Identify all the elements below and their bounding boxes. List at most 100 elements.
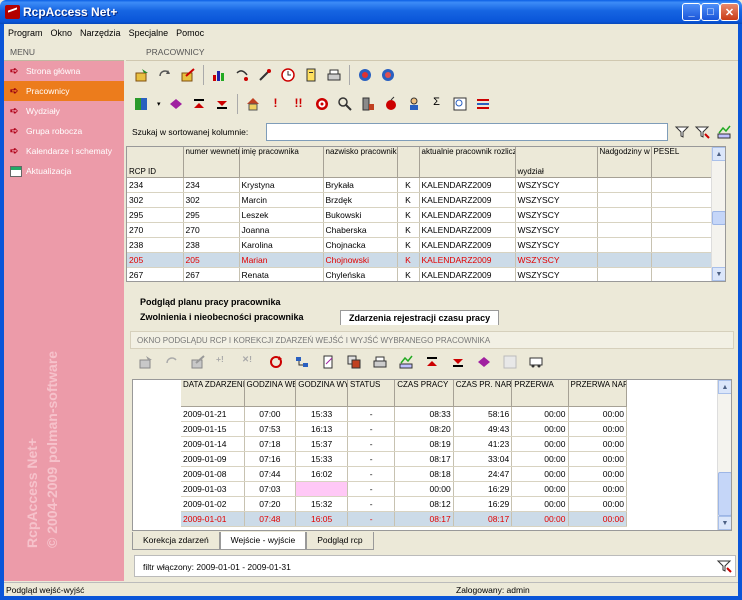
edit-icon[interactable] [190,354,206,370]
column-header[interactable]: wydział [515,147,598,178]
globe-icon[interactable] [357,67,373,83]
table-row[interactable]: 238 238 Karolina Chojnacka K KALENDARZ2009 WSZ… [127,237,716,253]
tools-icon[interactable] [257,67,273,83]
column-header[interactable]: STATUS [347,380,396,407]
vertical-scrollbar[interactable]: ▲ ▼ [711,147,725,281]
export-icon[interactable] [716,124,732,140]
down-icon[interactable] [450,354,466,370]
close-button[interactable]: ✕ [720,3,739,21]
search-input[interactable] [266,123,668,141]
table-row[interactable]: 234 234 Krystyna Brykała K KALENDARZ2009 WSZYS… [127,177,716,193]
tab-wejscie-wyjscie[interactable]: Wejście - wyjście [219,532,307,550]
column-header[interactable] [397,147,420,178]
column-header[interactable]: PRZERWA NARASTAJ. [568,380,627,407]
up-icon[interactable] [424,354,440,370]
table-row[interactable]: 2009-01-03 07:03-00:00 16:29 00:00 00:00 [181,481,627,497]
sidebar-item-aktualizacja[interactable]: Aktualizacja [4,161,124,181]
sigma-icon[interactable]: Σ [429,96,445,112]
column-header[interactable]: DATA ZDARZENIA [181,380,245,407]
scroll-down-icon[interactable]: ▼ [718,516,731,530]
rotate-icon[interactable] [268,354,284,370]
menu-program[interactable]: Program [4,28,47,38]
bus-icon[interactable] [528,354,544,370]
column-header[interactable]: CZAS PR. NARASTAJ. [453,380,513,407]
column-header[interactable]: Nadgodziny w okr. rozl. [597,147,652,178]
column-header[interactable]: GODZINA WYJŚCIA [295,380,348,407]
grid-disabled-icon[interactable] [502,354,518,370]
column-header[interactable]: CZAS PRACY [394,380,454,407]
menu-narzedzia[interactable]: Narzędzia [76,28,125,38]
sidebar-item-kalendarze[interactable]: ➪ Kalendarze i schematy [4,141,124,161]
menu-okno[interactable]: Okno [47,28,77,38]
double-exclamation-icon[interactable]: !! [291,96,307,112]
search-icon[interactable] [337,96,353,112]
down-icon[interactable] [214,96,230,112]
edit-icon[interactable] [180,67,196,83]
print-icon[interactable] [326,67,342,83]
column-header[interactable]: imię pracownika [239,147,324,178]
table-row[interactable]: 2009-01-14 07:18 15:37-08:19 41:23 00:00 00:0… [181,436,627,452]
table-row[interactable]: 2009-01-01 07:48 16:05-08:17 08:17 00:00 00:0… [181,511,627,527]
scroll-up-icon[interactable]: ▲ [718,380,731,394]
settings-icon[interactable] [475,96,491,112]
minimize-button[interactable]: _ [682,3,701,21]
book-icon[interactable] [168,96,184,112]
table-row[interactable]: 2009-01-08 07:44 16:02-08:18 24:47 00:00 00:0… [181,466,627,482]
chart-icon[interactable] [398,354,414,370]
building-icon[interactable] [360,96,376,112]
menu-specjalne[interactable]: Specjalne [125,28,173,38]
user-icon[interactable] [406,96,422,112]
sidebar-item-grupa-robocza[interactable]: ➪ Grupa robocza [4,121,124,141]
exclamation-icon[interactable]: ! [268,96,284,112]
up-icon[interactable] [191,96,207,112]
table-row[interactable]: 205 205 Marian Chojnowski K KALENDARZ2009 WSZY… [127,252,716,268]
tab-podglad-planu[interactable]: Podgląd planu pracy pracownika [132,295,289,309]
tab-korekcja-zdarzen[interactable]: Korekcja zdarzeń [132,532,220,550]
edit-doc-icon[interactable] [320,354,336,370]
copy-icon[interactable] [346,354,362,370]
find-icon[interactable] [452,96,468,112]
column-header[interactable]: aktualnie pracownik rozliczany według: [419,147,516,178]
filter-apply-icon[interactable] [694,124,710,140]
tab-podglad-rcp[interactable]: Podgląd rcp [306,532,374,550]
vertical-scrollbar[interactable]: ▲ ▼ [717,380,731,530]
plus-exclamation-icon[interactable]: +! [216,354,232,370]
globe-icon[interactable] [380,67,396,83]
bomb-icon[interactable] [383,96,399,112]
table-row[interactable]: 302 302 Marcin Brzdęk K KALENDARZ2009 WSZYSCY [127,192,716,208]
table-row[interactable]: 270 270 Joanna Chaberska K KALENDARZ2009 WSZYS… [127,222,716,238]
tab-zwolnienia[interactable]: Zwolnienia i nieobecności pracownika [132,310,312,324]
book-icon[interactable] [476,354,492,370]
add-record-icon[interactable] [134,67,150,83]
column-header[interactable]: RCP ID [127,147,184,178]
column-header[interactable]: nazwisko pracownika ▼ [323,147,398,178]
chart-icon[interactable] [211,67,227,83]
table-row[interactable]: 2009-01-21 07:00 15:33-08:33 58:16 00:00 00:0… [181,406,627,422]
add-event-icon[interactable] [138,354,154,370]
cancel-exclamation-icon[interactable]: ✕! [242,354,258,370]
column-header[interactable]: numer wewnetrzny [183,147,240,178]
table-row[interactable]: 2009-01-02 07:20 15:32-08:12 16:29 00:00 00:0… [181,496,627,512]
menu-pomoc[interactable]: Pomoc [172,28,208,38]
column-header[interactable]: PESEL [651,147,716,178]
scroll-down-icon[interactable]: ▼ [712,267,725,281]
scroll-thumb[interactable] [718,472,731,516]
refresh-icon[interactable] [157,67,173,83]
home-icon[interactable] [245,96,261,112]
sidebar-item-strona-glowna[interactable]: ➪ Strona główna [4,61,124,81]
network-icon[interactable] [294,354,310,370]
column-header[interactable]: GODZINA WEJŚCIA [244,380,297,407]
maximize-button[interactable]: □ [701,3,720,21]
filter-icon[interactable] [715,558,733,574]
undo-icon[interactable] [234,67,250,83]
refresh-icon[interactable] [164,354,180,370]
table-row[interactable]: 267 267 Renata Chyleńska K KALENDARZ2009 WSZYS… [127,267,716,281]
table-row[interactable]: 2009-01-15 07:53 16:13-08:20 49:43 00:00 00:0… [181,421,627,437]
table-row[interactable]: 295 295 Leszek Bukowski K KALENDARZ2009 WSZYSC… [127,207,716,223]
grid-icon[interactable] [134,96,150,112]
scroll-thumb[interactable] [712,211,725,225]
sidebar-item-wydzialy[interactable]: ➪ Wydziały [4,101,124,121]
filter-icon[interactable] [674,124,690,140]
target-icon[interactable] [314,96,330,112]
sidebar-item-pracownicy[interactable]: ➪ Pracownicy [4,81,124,101]
